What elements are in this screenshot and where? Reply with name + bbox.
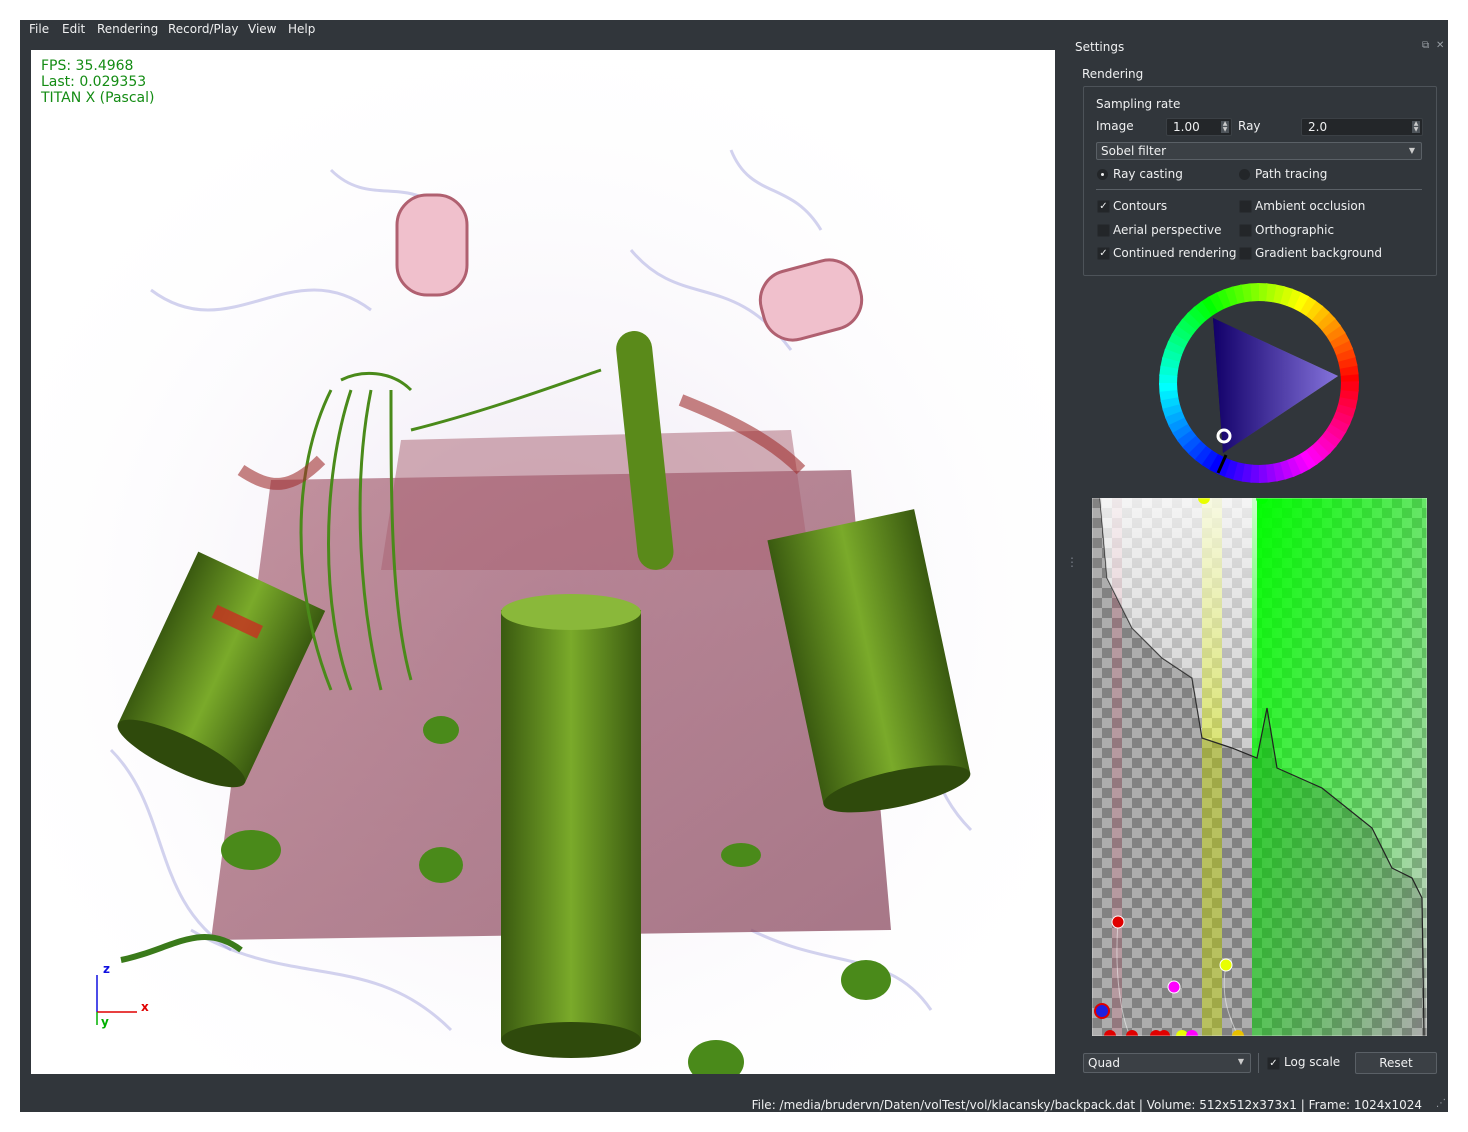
menu-file[interactable]: File [29,22,49,36]
menu-edit[interactable]: Edit [62,22,85,36]
image-label: Image [1096,119,1134,133]
volume-rendering [31,50,1055,1074]
fps-readout: FPS: 35.4968 [41,58,134,74]
gpu-name: TITAN X (Pascal) [41,90,155,106]
menu-bar: File Edit Rendering Record/Play View Hel… [20,20,1448,40]
transfer-function-editor[interactable] [1092,498,1427,1036]
interpolation-value: Quad [1088,1056,1121,1070]
ambient-occlusion-checkbox[interactable] [1239,200,1252,213]
contours-checkbox[interactable]: ✓ [1097,200,1110,213]
aerial-perspective-label[interactable]: Aerial perspective [1113,223,1221,237]
interpolation-select[interactable]: Quad ▼ [1083,1053,1251,1073]
filter-value: Sobel filter [1101,144,1167,158]
spin-arrows-icon[interactable]: ▲ ▼ [1412,121,1420,133]
close-icon[interactable]: ✕ [1436,40,1444,51]
divider [1096,189,1422,190]
ray-casting-label[interactable]: Ray casting [1113,167,1183,181]
ray-casting-radio[interactable] [1097,169,1108,180]
gradient-background-checkbox[interactable] [1239,247,1252,260]
orthographic-label[interactable]: Orthographic [1255,223,1334,237]
float-icon[interactable]: ⧉ [1422,40,1429,51]
gradient-background-label[interactable]: Gradient background [1255,246,1382,260]
dock-title: Settings [1075,40,1125,54]
ray-sampling-spinbox[interactable]: 2.0 ▲ ▼ [1301,118,1423,136]
status-bar: File: /media/brudervn/Daten/volTest/vol/… [751,1098,1422,1112]
last-frame-time: Last: 0.029353 [41,74,147,90]
tf-control-point[interactable] [1219,958,1233,972]
contours-label[interactable]: Contours [1113,199,1167,213]
continued-rendering-checkbox[interactable]: ✓ [1097,247,1110,260]
orthographic-checkbox[interactable] [1239,224,1252,237]
color-wheel[interactable] [1138,283,1378,493]
reset-button[interactable]: Reset [1355,1052,1437,1074]
rendering-section-label: Rendering [1082,67,1144,81]
filter-select[interactable]: Sobel filter ▼ [1096,142,1422,160]
axis-x-label: x [141,1000,149,1014]
log-scale-checkbox[interactable]: ✓ [1267,1057,1280,1070]
spin-arrows-icon[interactable]: ▲ ▼ [1221,121,1229,133]
ray-label: Ray [1238,119,1261,133]
sampling-rate-label: Sampling rate [1096,97,1181,111]
menu-rendering[interactable]: Rendering [97,22,158,36]
continued-rendering-label[interactable]: Continued rendering [1113,246,1237,260]
axis-z-label: z [103,962,110,976]
path-tracing-label[interactable]: Path tracing [1255,167,1327,181]
image-sampling-spinbox[interactable]: 1.00 ▲ ▼ [1166,118,1232,136]
chevron-down-icon: ▼ [1237,1057,1244,1066]
transfer-function-canvas[interactable] [1092,498,1427,1036]
tf-control-point[interactable] [1111,915,1125,929]
ambient-occlusion-label[interactable]: Ambient occlusion [1255,199,1365,213]
ray-sampling-value: 2.0 [1308,120,1328,134]
chevron-down-icon: ▼ [1408,146,1415,155]
resize-grip-icon[interactable]: ⋰ [1436,1098,1446,1109]
central-canister [501,594,641,1058]
path-tracing-radio[interactable] [1239,169,1250,180]
tf-control-point[interactable] [1094,1003,1110,1019]
menu-view[interactable]: View [248,22,276,36]
dock-splitter-handle[interactable]: ⋮ [1066,555,1078,569]
menu-record-play[interactable]: Record/Play [168,22,239,36]
tf-control-point[interactable] [1167,980,1181,994]
hue-segment [1340,381,1359,392]
render-viewport[interactable]: FPS: 35.4968 Last: 0.029353 TITAN X (Pas… [31,50,1055,1074]
log-scale-label[interactable]: Log scale [1284,1055,1340,1069]
axis-y-label: y [101,1015,109,1029]
image-sampling-value: 1.00 [1173,120,1200,134]
menu-help[interactable]: Help [288,22,315,36]
aerial-perspective-checkbox[interactable] [1097,224,1110,237]
divider [1258,1053,1259,1073]
